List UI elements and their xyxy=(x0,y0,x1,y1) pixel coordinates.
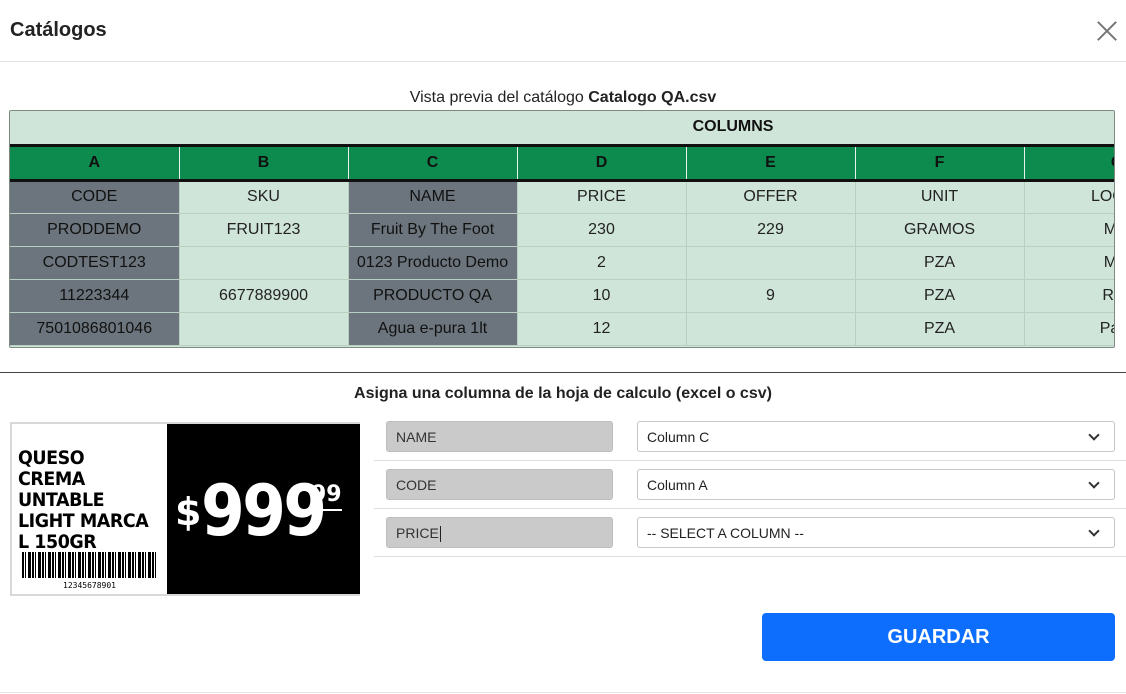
table-cell xyxy=(686,246,856,280)
column-letter-header: G xyxy=(1024,145,1114,182)
modal-title: Catálogos xyxy=(10,19,107,41)
column-select-name[interactable]: Column C xyxy=(637,421,1115,452)
table-cell: 10 xyxy=(517,279,687,313)
table-cell: R2L xyxy=(1024,279,1114,313)
close-icon[interactable] xyxy=(1096,20,1118,42)
table-cell: FRUIT123 xyxy=(179,213,349,247)
field-label-code: CODE xyxy=(386,469,613,500)
preview-caption: Vista previa del catálogo Catalogo QA.cs… xyxy=(0,89,1126,107)
catalog-modal: Catálogos Vista previa del catálogo Cata… xyxy=(0,0,1126,694)
table-cell: 11223344 xyxy=(10,279,180,313)
table-cell: OFFER xyxy=(686,180,856,214)
table-cell: GRAMOS xyxy=(855,213,1025,247)
table-cell: 9 xyxy=(686,279,856,313)
label-product-name: QUESO CREMA UNTABLE LIGHT MARCA L 150GR xyxy=(18,447,149,553)
chevron-down-icon xyxy=(1088,429,1100,441)
table-cell: CODE xyxy=(10,180,180,214)
preview-table: COLUMNS ABCDEFG CODESKUNAMEPRICEOFFERUNI… xyxy=(10,111,1114,346)
column-select-code[interactable]: Column A xyxy=(637,469,1115,500)
field-label-price-text: PRICE xyxy=(396,525,439,541)
label-price-cents: 99 xyxy=(311,482,342,511)
column-letter-header: B xyxy=(179,145,349,182)
preview-filename: Catalogo QA.csv xyxy=(588,89,717,106)
table-row: PRODDEMO FRUIT123 Fruit By The Foot 230 229 G… xyxy=(10,213,1114,247)
table-cell: PRODDEMO xyxy=(10,213,180,247)
table-cell: PZA xyxy=(855,246,1025,280)
table-cell: UNIT xyxy=(855,180,1025,214)
table-cell: CODTEST123 xyxy=(10,246,180,280)
columns-heading: COLUMNS xyxy=(10,111,1114,147)
mapping-row-price: PRICE -- SELECT A COLUMN -- xyxy=(374,509,1126,557)
column-letter-header: D xyxy=(517,145,687,182)
chevron-down-icon xyxy=(1088,525,1100,537)
table-cell: SKU xyxy=(179,180,349,214)
table-cell xyxy=(686,312,856,346)
chevron-down-icon xyxy=(1088,477,1100,489)
table-cell: PZA xyxy=(855,312,1025,346)
select-value: -- SELECT A COLUMN -- xyxy=(647,525,804,541)
section-divider xyxy=(0,372,1126,373)
table-cell xyxy=(179,312,349,346)
label-price-integer: 999 xyxy=(201,470,327,552)
label-price-panel: $ 999 99 xyxy=(167,424,360,594)
column-letter-header: C xyxy=(348,145,518,182)
table-cell: Fruit By The Foot xyxy=(348,213,518,247)
text-cursor xyxy=(439,526,441,543)
table-cell: 229 xyxy=(686,213,856,247)
table-cell: LOCAT xyxy=(1024,180,1114,214)
table-cell: M:$ xyxy=(1024,213,1114,247)
table-cell: 0123 Producto Demo xyxy=(348,246,518,280)
label-currency: $ xyxy=(175,490,202,534)
table-cell xyxy=(179,246,349,280)
select-value: Column A xyxy=(647,477,708,493)
field-label-price[interactable]: PRICE xyxy=(386,517,613,548)
table-cell: 7501086801046 xyxy=(10,312,180,346)
table-cell: PRODUCTO QA xyxy=(348,279,518,313)
label-left-panel: QUESO CREMA UNTABLE LIGHT MARCA L 150GR … xyxy=(12,424,167,594)
table-cell: PZA xyxy=(855,279,1025,313)
modal-header: Catálogos xyxy=(0,0,1126,62)
table-cell: 6677889900 xyxy=(179,279,349,313)
table-cell: M:$ xyxy=(1024,246,1114,280)
footer-divider xyxy=(0,692,1126,693)
table-cell: Agua e-pura 1lt xyxy=(348,312,518,346)
table-row: 112233446677889900PRODUCTO QA109PZAR2L xyxy=(10,279,1114,313)
table-cell: 12 xyxy=(517,312,687,346)
field-label-name: NAME xyxy=(386,421,613,452)
column-letter-header: F xyxy=(855,145,1025,182)
price-label-preview: QUESO CREMA UNTABLE LIGHT MARCA L 150GR … xyxy=(10,422,360,596)
table-row: CODTEST123 0123 Producto Demo2 PZAM:$ xyxy=(10,246,1114,280)
preview-table-container[interactable]: COLUMNS ABCDEFG CODESKUNAMEPRICEOFFERUNI… xyxy=(9,110,1115,348)
barcode-image xyxy=(22,552,156,578)
assign-title: Asigna una columna de la hoja de calculo… xyxy=(354,385,772,402)
table-row: CODESKUNAMEPRICEOFFERUNITLOCAT xyxy=(10,180,1114,214)
table-cell: Pasil xyxy=(1024,312,1114,346)
table-cell: PRICE xyxy=(517,180,687,214)
table-cell: 230 xyxy=(517,213,687,247)
column-letter-header: A xyxy=(10,145,180,182)
column-letter-header: E xyxy=(686,145,856,182)
preview-table-body: CODESKUNAMEPRICEOFFERUNITLOCATPRODDEMOFR… xyxy=(10,180,1114,346)
barcode-number: 12345678901 xyxy=(63,581,116,590)
column-letters-row: ABCDEFG xyxy=(10,145,1114,182)
table-cell: NAME xyxy=(348,180,518,214)
save-button[interactable]: GUARDAR xyxy=(762,613,1115,661)
column-select-price[interactable]: -- SELECT A COLUMN -- xyxy=(637,517,1115,548)
table-cell: 2 xyxy=(517,246,687,280)
preview-caption-text: Vista previa del catálogo xyxy=(409,89,584,106)
mapping-row-name: NAME Column C xyxy=(374,413,1126,461)
select-value: Column C xyxy=(647,429,710,445)
table-row: 7501086801046 Agua e-pura 1lt12 PZAPasil xyxy=(10,312,1114,346)
mapping-row-code: CODE Column A xyxy=(374,461,1126,509)
